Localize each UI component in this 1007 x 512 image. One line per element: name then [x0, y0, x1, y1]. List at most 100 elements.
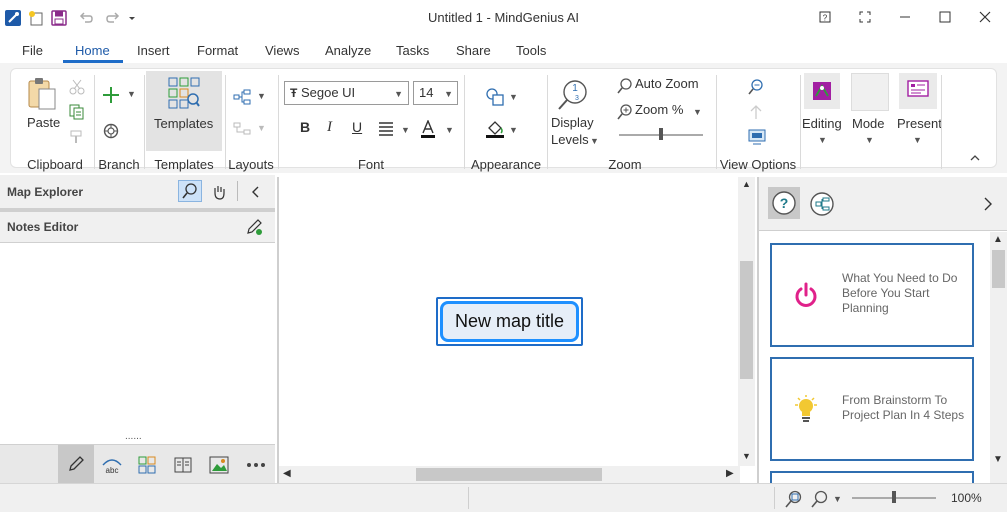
- new-map-icon[interactable]: [27, 9, 45, 27]
- tab-tools[interactable]: Tools: [516, 43, 546, 58]
- italic-button[interactable]: I: [327, 119, 332, 136]
- paste-label[interactable]: Paste: [27, 115, 60, 130]
- ribbon-zoom-slider-thumb[interactable]: [659, 128, 663, 140]
- help-card[interactable]: [770, 471, 974, 483]
- mode-label[interactable]: Mode: [852, 116, 885, 131]
- status-zoom-icon[interactable]: [811, 490, 829, 508]
- scroll-right-icon[interactable]: ▶: [726, 468, 734, 479]
- mode-button[interactable]: [851, 73, 889, 111]
- present-label[interactable]: Present: [897, 116, 942, 131]
- tab-views[interactable]: Views: [265, 43, 299, 58]
- search-icon[interactable]: [178, 180, 202, 202]
- expand-panel-icon[interactable]: [981, 195, 995, 213]
- display-levels-label-1[interactable]: Display: [551, 115, 594, 130]
- bold-button[interactable]: B: [300, 119, 310, 135]
- cut-icon[interactable]: [69, 79, 85, 95]
- collapse-panel-icon[interactable]: [248, 183, 262, 201]
- zoom-percent-dropdown-icon[interactable]: ▼: [693, 107, 702, 117]
- edit-notes-icon[interactable]: [245, 218, 263, 236]
- tab-home[interactable]: Home: [75, 43, 110, 58]
- paste-icon[interactable]: [25, 77, 59, 111]
- display-levels-icon[interactable]: 13: [557, 79, 589, 111]
- help-card[interactable]: What You Need to Do Before You Start Pla…: [770, 243, 974, 347]
- right-scroll-thumb[interactable]: [992, 250, 1005, 288]
- scroll-down-icon[interactable]: ▼: [993, 454, 1003, 465]
- tab-analyze[interactable]: Analyze: [325, 43, 371, 58]
- layout-map-icon[interactable]: [233, 89, 251, 105]
- pencil-icon[interactable]: [58, 445, 94, 483]
- map-canvas[interactable]: New map title ▲ ▼ ◀ ▶: [277, 177, 755, 483]
- horizontal-scroll-thumb[interactable]: [416, 468, 602, 481]
- undo-icon[interactable]: [77, 9, 95, 27]
- customize-dropdown-icon[interactable]: [123, 9, 141, 27]
- ribbon-zoom-slider[interactable]: [619, 128, 703, 140]
- templates-button[interactable]: Templates: [146, 71, 222, 151]
- vertical-scroll-thumb[interactable]: [740, 261, 753, 379]
- help-icon[interactable]: ?: [805, 4, 845, 30]
- auto-zoom-label[interactable]: Auto Zoom: [635, 76, 699, 91]
- save-icon[interactable]: [50, 9, 68, 27]
- map-panel-icon[interactable]: [808, 190, 836, 218]
- add-branch-dropdown-icon[interactable]: ▼: [127, 89, 136, 99]
- align-icon[interactable]: [378, 122, 394, 136]
- layout-branch-icon[interactable]: [233, 121, 251, 137]
- abc-shape-icon[interactable]: abc: [96, 451, 128, 479]
- help-panel-icon[interactable]: ?: [768, 187, 800, 219]
- shape-icon[interactable]: [485, 87, 505, 107]
- scroll-up-icon[interactable]: ▲: [742, 179, 751, 189]
- notes-editor-area[interactable]: [0, 244, 275, 439]
- central-topic-node[interactable]: New map title: [436, 297, 583, 346]
- auto-zoom-icon[interactable]: [617, 78, 633, 94]
- editing-label[interactable]: Editing: [802, 116, 842, 131]
- status-zoom-slider[interactable]: [852, 491, 936, 503]
- close-icon[interactable]: [965, 4, 1005, 30]
- right-panel-scrollbar[interactable]: ▲ ▼: [990, 232, 1007, 483]
- align-dropdown-icon[interactable]: ▼: [401, 125, 410, 135]
- font-color-icon[interactable]: [420, 120, 436, 138]
- font-color-dropdown-icon[interactable]: ▼: [445, 125, 454, 135]
- navigate-up-icon[interactable]: [748, 104, 764, 120]
- grid-icon[interactable]: [131, 451, 163, 479]
- present-button[interactable]: [899, 73, 937, 109]
- underline-button[interactable]: U: [352, 119, 362, 135]
- shape-dropdown-icon[interactable]: ▼: [509, 92, 518, 102]
- add-branch-icon[interactable]: [101, 85, 121, 105]
- scroll-up-icon[interactable]: ▲: [993, 234, 1003, 245]
- maximize-icon[interactable]: [925, 4, 965, 30]
- font-size-select[interactable]: 14 ▼: [413, 81, 458, 105]
- resize-grip[interactable]: ......: [125, 432, 142, 442]
- fullscreen-icon[interactable]: [845, 4, 885, 30]
- chatgpt-icon[interactable]: [102, 122, 120, 140]
- minimize-icon[interactable]: [885, 4, 925, 30]
- fill-color-icon[interactable]: [485, 119, 505, 139]
- zoom-percent-icon[interactable]: [617, 104, 633, 120]
- fill-color-dropdown-icon[interactable]: ▼: [509, 125, 518, 135]
- fit-zoom-icon[interactable]: [785, 490, 803, 508]
- tab-tasks[interactable]: Tasks: [396, 43, 429, 58]
- find-icon[interactable]: [748, 79, 764, 95]
- display-levels-label-2[interactable]: Levels: [551, 132, 589, 147]
- font-family-select[interactable]: Ŧ Segoe UI ▼: [284, 81, 409, 105]
- help-card[interactable]: From Brainstorm To Project Plan In 4 Ste…: [770, 357, 974, 461]
- horizontal-scrollbar[interactable]: ◀ ▶: [279, 466, 740, 483]
- status-zoom-dropdown-icon[interactable]: ▼: [833, 494, 842, 504]
- editing-button[interactable]: [804, 73, 840, 109]
- display-levels-dropdown-icon[interactable]: ▼: [590, 136, 599, 146]
- editing-dropdown-icon[interactable]: ▼: [818, 135, 827, 145]
- redo-icon[interactable]: [104, 9, 122, 27]
- pan-hand-icon[interactable]: [210, 183, 228, 201]
- status-zoom-slider-thumb[interactable]: [892, 491, 896, 503]
- app-icon[interactable]: [4, 9, 22, 27]
- image-icon[interactable]: [203, 451, 235, 479]
- scroll-left-icon[interactable]: ◀: [283, 468, 291, 479]
- format-painter-icon[interactable]: [69, 129, 85, 145]
- tab-file[interactable]: File: [22, 43, 43, 58]
- tab-format[interactable]: Format: [197, 43, 238, 58]
- more-icon[interactable]: [240, 451, 272, 479]
- scroll-down-icon[interactable]: ▼: [742, 451, 751, 461]
- copy-icon[interactable]: [69, 104, 85, 120]
- view-screen-icon[interactable]: [748, 129, 766, 145]
- layout-branch-dropdown-icon[interactable]: ▼: [257, 123, 266, 133]
- layout-map-dropdown-icon[interactable]: ▼: [257, 91, 266, 101]
- present-dropdown-icon[interactable]: ▼: [913, 135, 922, 145]
